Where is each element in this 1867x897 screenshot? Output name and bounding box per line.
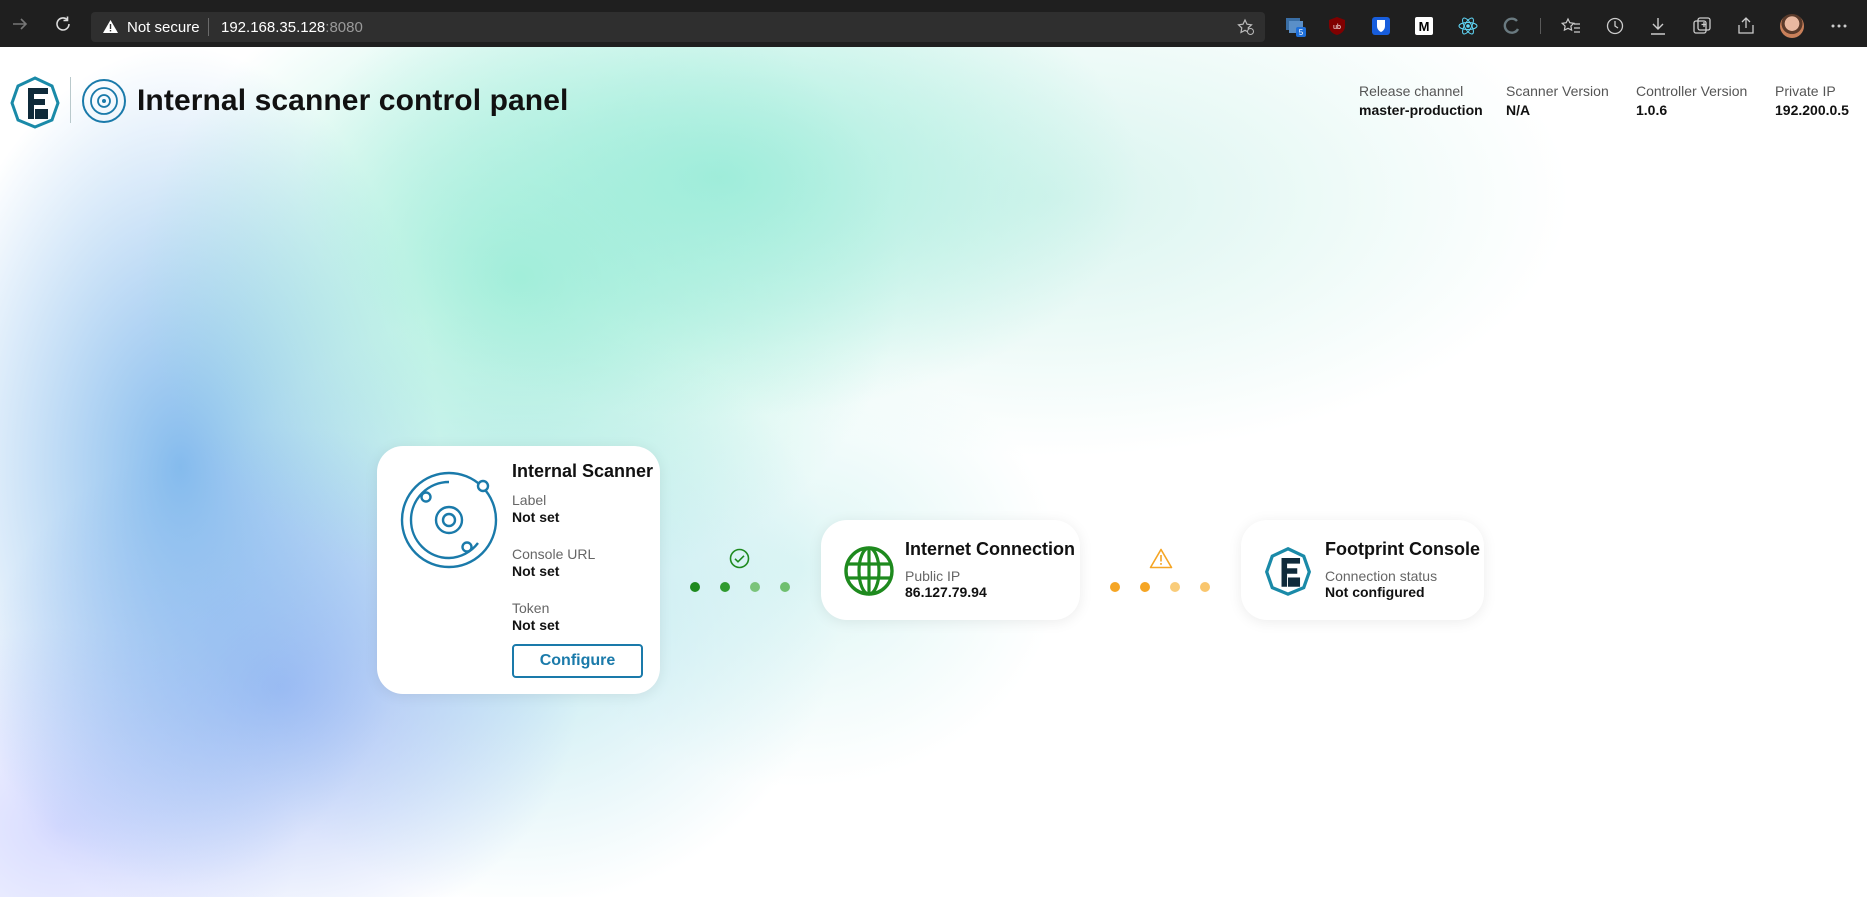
configure-button[interactable]: Configure (512, 644, 643, 678)
field-value: 86.127.79.94 (905, 584, 987, 600)
field-value: Not set (512, 509, 560, 525)
share-icon[interactable] (1735, 15, 1757, 37)
history-icon[interactable] (1604, 15, 1626, 37)
url-host: 192.168.35.128 (221, 19, 326, 36)
address-bar[interactable]: Not secure 192.168.35.128:8080 (91, 12, 1265, 42)
logo-divider (70, 77, 71, 123)
field-label: Connection status (1325, 568, 1438, 584)
field-label: Label (512, 492, 547, 508)
field-value: Not configured (1325, 584, 1425, 600)
info-release-channel: Release channel master-production (1359, 83, 1483, 118)
url-port: :8080 (325, 19, 363, 36)
security-label[interactable]: Not secure (127, 19, 200, 36)
connection-dot (1110, 582, 1120, 592)
ublock-extension-icon[interactable]: ub (1326, 15, 1348, 37)
info-label: Scanner Version (1506, 83, 1609, 99)
scanner-icon (399, 470, 499, 575)
info-label: Release channel (1359, 83, 1464, 99)
info-private-ip: Private IP 192.200.0.5 (1775, 83, 1849, 118)
connection-dot (780, 582, 790, 592)
browser-toolbar: Not secure 192.168.35.128:8080 5 ub M (0, 0, 1867, 47)
collections-extension-icon[interactable]: 5 (1285, 15, 1307, 37)
field-value: Not set (512, 563, 560, 579)
collections-icon[interactable] (1691, 15, 1713, 37)
connection-dot (1200, 582, 1210, 592)
field-label: Console URL (512, 546, 596, 562)
connection-dot (690, 582, 700, 592)
footprint-console-icon (1263, 546, 1313, 601)
connection-dot (1140, 582, 1150, 592)
globe-icon (843, 545, 895, 602)
connection-dot (1170, 582, 1180, 592)
internet-connection-card: Internet Connection Public IP 86.127.79.… (821, 520, 1080, 620)
forward-icon[interactable] (8, 12, 32, 36)
grammar-extension-icon[interactable] (1501, 15, 1523, 37)
bitwarden-extension-icon[interactable] (1370, 15, 1392, 37)
card-title: Internal Scanner (512, 461, 654, 481)
connection-dot (720, 582, 730, 592)
page-title: Internal scanner control panel (137, 84, 569, 117)
toolbar-separator (1540, 18, 1541, 34)
connection-dot (750, 582, 760, 592)
card-title: Footprint Console (1325, 539, 1480, 559)
add-favorite-icon[interactable] (1237, 18, 1255, 41)
svg-text:ub: ub (1333, 24, 1341, 31)
internal-scanner-card: Internal Scanner Label Not set Console U… (377, 446, 660, 694)
info-value: 192.200.0.5 (1775, 102, 1849, 118)
info-controller-version: Controller Version 1.0.6 (1636, 83, 1747, 118)
more-menu-icon[interactable] (1828, 15, 1850, 37)
m-extension-label: M (1419, 19, 1430, 34)
footprint-logo-icon (8, 75, 62, 134)
check-circle-icon (729, 548, 750, 574)
field-label: Public IP (905, 568, 961, 584)
footprint-console-card: Footprint Console Connection status Not … (1241, 520, 1484, 620)
info-label: Private IP (1775, 83, 1836, 99)
extension-badge: 5 (1299, 28, 1304, 37)
info-value: N/A (1506, 102, 1531, 118)
warning-icon[interactable] (102, 19, 119, 39)
info-scanner-version: Scanner Version N/A (1506, 83, 1609, 118)
m-extension-icon[interactable]: M (1413, 15, 1435, 37)
favorites-icon[interactable] (1560, 15, 1582, 37)
page-content: Internal scanner control panel Release c… (0, 47, 1867, 897)
downloads-icon[interactable] (1647, 15, 1669, 37)
url-text[interactable]: 192.168.35.128:8080 (221, 19, 363, 36)
warning-triangle-icon (1149, 548, 1173, 574)
refresh-icon[interactable] (51, 12, 75, 36)
info-label: Controller Version (1636, 83, 1748, 99)
profile-avatar[interactable] (1780, 14, 1804, 38)
info-value: 1.0.6 (1636, 102, 1668, 118)
info-value: master-production (1359, 102, 1483, 118)
react-devtools-icon[interactable] (1457, 15, 1479, 37)
address-separator (208, 18, 209, 36)
scanner-logo-icon (80, 77, 128, 130)
card-title: Internet Connection (905, 539, 1075, 559)
field-label: Token (512, 600, 550, 616)
field-value: Not set (512, 617, 560, 633)
